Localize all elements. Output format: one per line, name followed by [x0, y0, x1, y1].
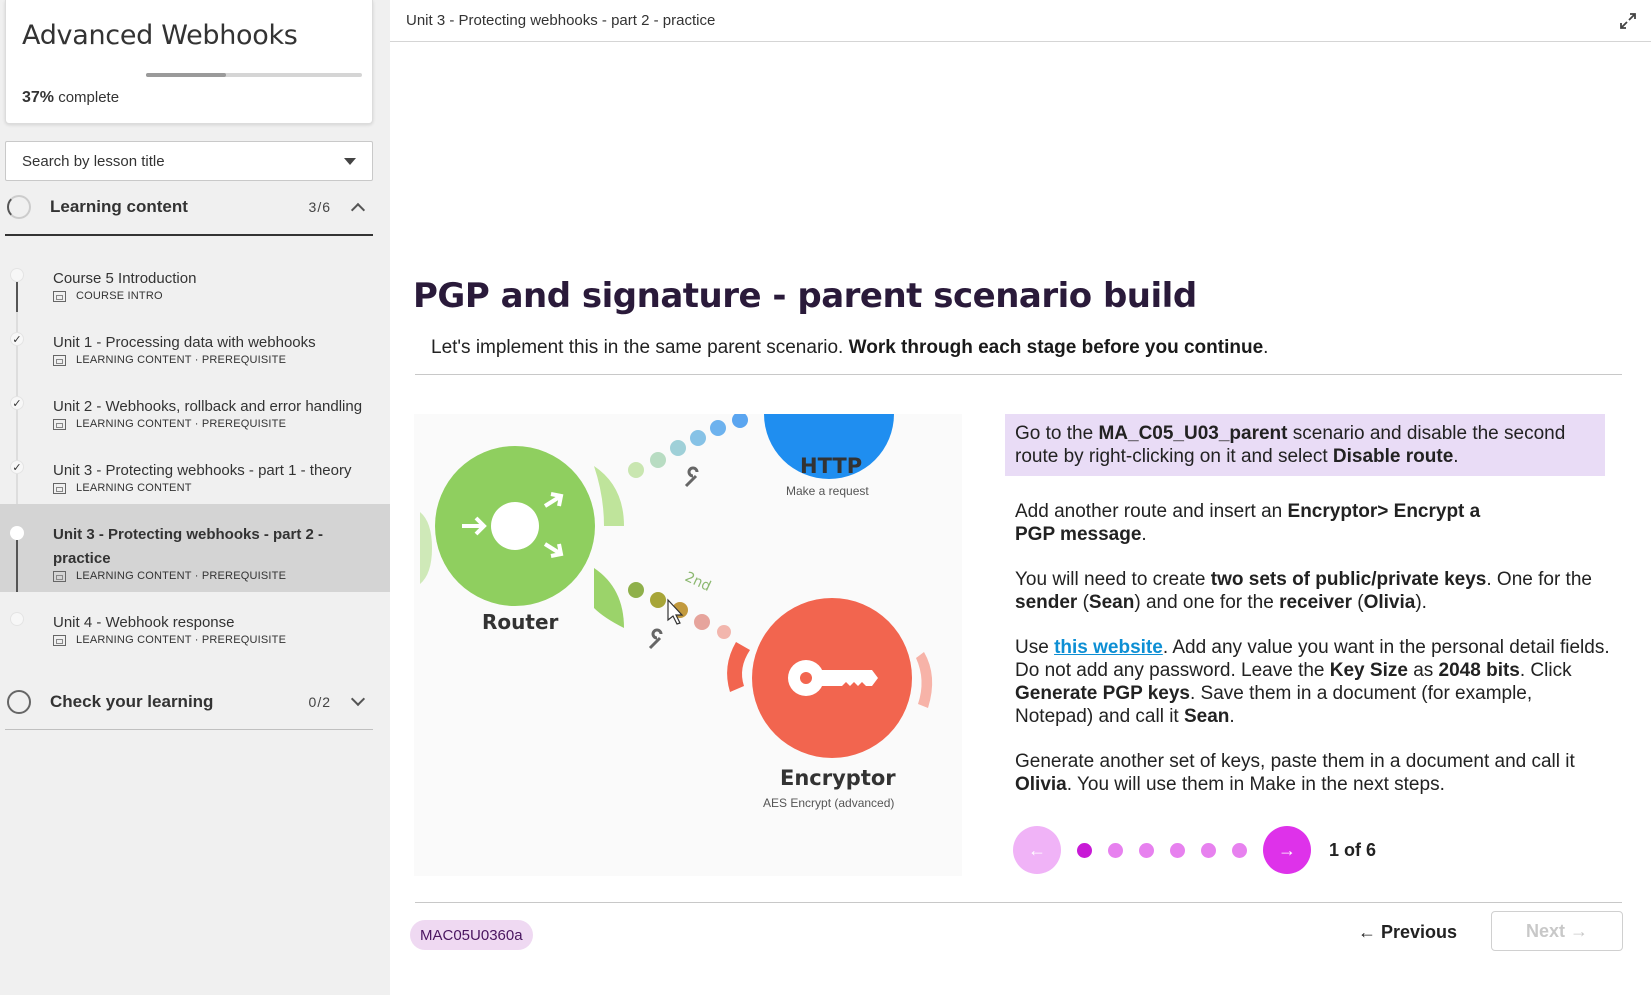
- progress-percent: 37%: [22, 89, 55, 106]
- lesson-meta: LEARNING CONTENT · PREREQUISITE: [53, 354, 286, 366]
- section-title: Learning content: [50, 197, 188, 216]
- check-icon: ✓: [10, 396, 24, 410]
- section-count: 0/2: [308, 693, 331, 710]
- previous-button[interactable]: ← Previous: [1358, 922, 1457, 943]
- carousel-dot[interactable]: [1108, 842, 1123, 858]
- arrow-right-icon: →: [1278, 839, 1296, 860]
- carousel-dot[interactable]: [1201, 842, 1216, 858]
- carousel-counter: 1 of 6: [1329, 839, 1377, 860]
- lesson-title: Unit 4 - Webhook response: [53, 614, 235, 631]
- carousel-dot[interactable]: [1170, 842, 1185, 858]
- chevron-down-icon[interactable]: [350, 691, 366, 706]
- lesson-title: Unit 1 - Processing data with webhooks: [53, 334, 316, 351]
- this-website-link[interactable]: this website: [1054, 637, 1163, 658]
- lesson-topbar: Unit 3 - Protecting webhooks - part 2 - …: [390, 0, 1651, 42]
- section-title: Check your learning: [50, 691, 214, 711]
- lesson-meta: LEARNING CONTENT · PREREQUISITE: [53, 634, 286, 646]
- lesson-code-badge: MAC05U0360a: [410, 920, 533, 950]
- carousel-dot[interactable]: [1139, 842, 1154, 858]
- section-count: 3/6: [308, 199, 331, 215]
- lesson-meta: LEARNING CONTENT · PREREQUISITE: [53, 570, 286, 582]
- slides-icon: [53, 570, 66, 582]
- lesson-status-icon: [10, 526, 24, 540]
- divider: [415, 902, 1622, 903]
- lesson-item-active[interactable]: Unit 3 - Protecting webhooks - part 2 - …: [0, 504, 390, 592]
- lesson-status-icon: [10, 268, 24, 282]
- lesson-heading: PGP and signature - parent scenario buil…: [413, 276, 1197, 316]
- course-card: Advanced Webhooks 37% complete: [5, 0, 373, 124]
- lesson-title: Unit 3 - Protecting webhooks - part 2 - …: [53, 526, 324, 567]
- step-paragraph: Add another route and insert an Encrypto…: [1015, 501, 1481, 545]
- lesson-item[interactable]: Course 5 Introduction COURSE INTRO: [0, 248, 390, 312]
- next-button[interactable]: Next →: [1491, 911, 1623, 951]
- svg-text:2nd: 2nd: [682, 569, 713, 595]
- step-paragraph: Use this website. Add any value you want…: [1015, 637, 1610, 727]
- lesson-intro: Let's implement this in the same parent …: [431, 337, 1269, 358]
- step-paragraph: Generate another set of keys, paste them…: [1015, 751, 1575, 795]
- lesson-item[interactable]: ✓ Unit 1 - Processing data with webhooks…: [0, 312, 390, 376]
- progress-fill: [146, 73, 226, 77]
- course-title: Advanced Webhooks: [22, 20, 298, 51]
- lesson-title: Unit 3 - Protecting webhooks - part 1 - …: [53, 462, 352, 479]
- lesson-status-icon: [10, 612, 24, 626]
- document-icon: [53, 290, 66, 302]
- step-paragraph-highlight: Go to the MA_C05_U03_parent scenario and…: [1005, 414, 1605, 476]
- chevron-up-icon[interactable]: [350, 202, 366, 218]
- check-icon: ✓: [10, 460, 24, 474]
- lesson-item[interactable]: ✓ Unit 3 - Protecting webhooks - part 1 …: [0, 440, 390, 504]
- timeline-line: [16, 540, 18, 592]
- http-label: HTTP: [800, 454, 863, 478]
- lesson-item[interactable]: Unit 4 - Webhook response LEARNING CONTE…: [0, 592, 390, 656]
- section-learning-content[interactable]: Learning content 3/6: [5, 180, 373, 236]
- caret-down-icon: [344, 157, 356, 165]
- check-icon: ✓: [10, 332, 24, 346]
- progress-ring-icon: [7, 195, 31, 219]
- scenario-diagram-image: 2nd Router HTTP Make a request Encryptor…: [414, 414, 962, 876]
- slides-icon: [53, 482, 66, 494]
- section-check-your-learning[interactable]: Check your learning 0/2: [5, 674, 373, 730]
- lesson-title: Unit 2 - Webhooks, rollback and error ha…: [53, 398, 363, 415]
- lesson-item[interactable]: ✓ Unit 2 - Webhooks, rollback and error …: [0, 376, 390, 440]
- course-sidebar: Advanced Webhooks 37% complete Search by…: [0, 0, 390, 995]
- lesson-meta: LEARNING CONTENT · PREREQUISITE: [53, 418, 286, 430]
- slides-icon: [53, 634, 66, 646]
- arrow-left-icon: ←: [1028, 839, 1046, 860]
- search-placeholder: Search by lesson title: [22, 152, 165, 170]
- carousel-dot[interactable]: [1077, 842, 1092, 858]
- progress-text: 37% complete: [22, 89, 119, 107]
- progress-ring-icon: [7, 689, 31, 714]
- encryptor-label: Encryptor: [780, 766, 896, 790]
- slides-icon: [53, 354, 66, 366]
- progress-bar: [146, 73, 362, 77]
- step-carousel: ← → 1 of 6: [1013, 826, 1376, 874]
- divider: [415, 374, 1622, 375]
- lesson-list: Course 5 Introduction COURSE INTRO ✓ Uni…: [0, 248, 390, 656]
- step-paragraph: You will need to create two sets of publ…: [1015, 569, 1592, 613]
- router-label: Router: [482, 610, 559, 634]
- lesson-meta: LEARNING CONTENT: [53, 482, 192, 494]
- carousel-dot[interactable]: [1232, 842, 1247, 858]
- topbar-title: Unit 3 - Protecting webhooks - part 2 - …: [406, 12, 716, 29]
- expand-icon[interactable]: [1619, 12, 1637, 30]
- carousel-prev-button[interactable]: ←: [1013, 826, 1061, 874]
- http-sublabel: Make a request: [786, 484, 869, 498]
- encryptor-sublabel: AES Encrypt (advanced): [763, 796, 895, 810]
- lesson-content: Unit 3 - Protecting webhooks - part 2 - …: [390, 0, 1651, 995]
- slides-icon: [53, 418, 66, 430]
- timeline-line: [16, 282, 18, 312]
- step-instructions: Go to the MA_C05_U03_parent scenario and…: [1005, 414, 1615, 818]
- progress-suffix: complete: [58, 89, 120, 106]
- lesson-search-dropdown[interactable]: Search by lesson title: [5, 141, 373, 181]
- lesson-meta: COURSE INTRO: [53, 290, 163, 302]
- carousel-next-button[interactable]: →: [1263, 826, 1311, 874]
- lesson-title: Course 5 Introduction: [53, 270, 197, 287]
